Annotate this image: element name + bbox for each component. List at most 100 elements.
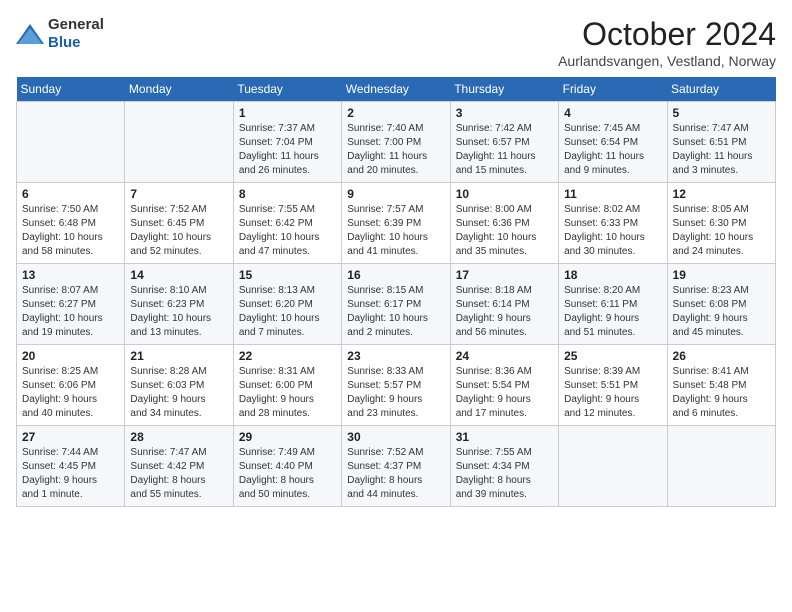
day-of-week-header: Tuesday — [233, 77, 341, 102]
day-of-week-header: Friday — [559, 77, 667, 102]
calendar-cell: 20 Sunrise: 8:25 AMSunset: 6:06 PMDayligh… — [17, 345, 125, 426]
day-detail: Sunrise: 7:40 AMSunset: 7:00 PMDaylight:… — [347, 122, 444, 178]
day-number: 10 — [456, 187, 553, 201]
day-detail: Sunrise: 8:05 AMSunset: 6:30 PMDaylight:… — [673, 203, 770, 259]
calendar-cell: 28Sunrise: 7:47 AMSunset: 4:42 PMDayligh… — [125, 426, 233, 507]
day-detail: Sunrise: 7:57 AMSunset: 6:39 PMDaylight:… — [347, 203, 444, 259]
calendar-cell: 14 Sunrise: 8:10 AMSunset: 6:23 PMDayligh… — [125, 264, 233, 345]
day-detail: Sunrise: 8:28 AMSunset: 6:03 PMDaylight:… — [130, 365, 227, 421]
calendar-week-row: 27 Sunrise: 7:44 AMSunset: 4:45 PMDayligh… — [17, 426, 776, 507]
calendar-cell: 23Sunrise: 8:33 AMSunset: 5:57 PMDayligh… — [342, 345, 450, 426]
day-number: 29 — [239, 430, 336, 444]
calendar-cell: 15Sunrise: 8:13 AMSunset: 6:20 PMDayligh… — [233, 264, 341, 345]
page-title: October 2024 — [558, 16, 776, 53]
day-of-week-header: Wednesday — [342, 77, 450, 102]
calendar-cell: 9 Sunrise: 7:57 AMSunset: 6:39 PMDaylight… — [342, 183, 450, 264]
day-number: 12 — [673, 187, 770, 201]
day-number: 17 — [456, 268, 553, 282]
calendar-cell: 13Sunrise: 8:07 AMSunset: 6:27 PMDayligh… — [17, 264, 125, 345]
day-detail: Sunrise: 7:52 AMSunset: 6:45 PMDaylight:… — [130, 203, 227, 259]
calendar-week-row: 1 Sunrise: 7:37 AMSunset: 7:04 PMDaylight… — [17, 102, 776, 183]
day-detail: Sunrise: 8:00 AMSunset: 6:36 PMDaylight:… — [456, 203, 553, 259]
day-detail: Sunrise: 8:39 AMSunset: 5:51 PMDaylight:… — [564, 365, 661, 421]
day-detail: Sunrise: 8:36 AMSunset: 5:54 PMDaylight:… — [456, 365, 553, 421]
logo-icon — [16, 24, 44, 44]
calendar-cell: 12 Sunrise: 8:05 AMSunset: 6:30 PMDayligh… — [667, 183, 775, 264]
day-number: 23 — [347, 349, 444, 363]
calendar-cell: 31Sunrise: 7:55 AMSunset: 4:34 PMDayligh… — [450, 426, 558, 507]
calendar-cell — [125, 102, 233, 183]
day-detail: Sunrise: 7:50 AMSunset: 6:48 PMDaylight:… — [22, 203, 119, 259]
day-number: 3 — [456, 106, 553, 120]
calendar-cell: 10 Sunrise: 8:00 AMSunset: 6:36 PMDayligh… — [450, 183, 558, 264]
day-number: 22 — [239, 349, 336, 363]
calendar-cell: 30 Sunrise: 7:52 AMSunset: 4:37 PMDayligh… — [342, 426, 450, 507]
day-detail: Sunrise: 8:07 AMSunset: 6:27 PMDaylight:… — [22, 284, 119, 340]
day-number: 25 — [564, 349, 661, 363]
calendar-week-row: 13Sunrise: 8:07 AMSunset: 6:27 PMDayligh… — [17, 264, 776, 345]
logo-general-text: General — [48, 16, 104, 33]
calendar-cell: 6 Sunrise: 7:50 AMSunset: 6:48 PMDaylight… — [17, 183, 125, 264]
day-detail: Sunrise: 7:37 AMSunset: 7:04 PMDaylight:… — [239, 122, 336, 178]
day-detail: Sunrise: 7:47 AMSunset: 6:51 PMDaylight:… — [673, 122, 770, 178]
day-number: 7 — [130, 187, 227, 201]
title-block: October 2024 Aurlandsvangen, Vestland, N… — [558, 16, 776, 69]
page-subtitle: Aurlandsvangen, Vestland, Norway — [558, 53, 776, 69]
day-number: 16 — [347, 268, 444, 282]
calendar-cell: 8Sunrise: 7:55 AMSunset: 6:42 PMDaylight… — [233, 183, 341, 264]
day-detail: Sunrise: 7:42 AMSunset: 6:57 PMDaylight:… — [456, 122, 553, 178]
calendar-cell: 5Sunrise: 7:47 AMSunset: 6:51 PMDaylight… — [667, 102, 775, 183]
day-detail: Sunrise: 8:10 AMSunset: 6:23 PMDaylight:… — [130, 284, 227, 340]
day-number: 21 — [130, 349, 227, 363]
day-number: 27 — [22, 430, 119, 444]
day-number: 19 — [673, 268, 770, 282]
day-number: 30 — [347, 430, 444, 444]
calendar-cell: 7 Sunrise: 7:52 AMSunset: 6:45 PMDaylight… — [125, 183, 233, 264]
day-number: 24 — [456, 349, 553, 363]
day-detail: Sunrise: 8:23 AMSunset: 6:08 PMDaylight:… — [673, 284, 770, 340]
calendar-cell: 26Sunrise: 8:41 AMSunset: 5:48 PMDayligh… — [667, 345, 775, 426]
calendar-cell: 3 Sunrise: 7:42 AMSunset: 6:57 PMDaylight… — [450, 102, 558, 183]
day-of-week-header: Monday — [125, 77, 233, 102]
calendar-cell: 24 Sunrise: 8:36 AMSunset: 5:54 PMDayligh… — [450, 345, 558, 426]
day-number: 6 — [22, 187, 119, 201]
day-detail: Sunrise: 7:52 AMSunset: 4:37 PMDaylight:… — [347, 446, 444, 502]
calendar-cell: 29 Sunrise: 7:49 AMSunset: 4:40 PMDayligh… — [233, 426, 341, 507]
day-number: 8 — [239, 187, 336, 201]
calendar-week-row: 6 Sunrise: 7:50 AMSunset: 6:48 PMDaylight… — [17, 183, 776, 264]
page-header: General Blue October 2024 Aurlandsvangen… — [16, 16, 776, 69]
day-of-week-header: Saturday — [667, 77, 775, 102]
calendar-cell — [667, 426, 775, 507]
day-detail: Sunrise: 8:13 AMSunset: 6:20 PMDaylight:… — [239, 284, 336, 340]
day-number: 18 — [564, 268, 661, 282]
day-number: 1 — [239, 106, 336, 120]
calendar-cell: 19 Sunrise: 8:23 AMSunset: 6:08 PMDayligh… — [667, 264, 775, 345]
calendar-cell: 4Sunrise: 7:45 AMSunset: 6:54 PMDaylight… — [559, 102, 667, 183]
calendar-cell: 27 Sunrise: 7:44 AMSunset: 4:45 PMDayligh… — [17, 426, 125, 507]
day-detail: Sunrise: 8:25 AMSunset: 6:06 PMDaylight:… — [22, 365, 119, 421]
logo: General Blue — [16, 16, 104, 52]
day-number: 9 — [347, 187, 444, 201]
calendar-cell: 25 Sunrise: 8:39 AMSunset: 5:51 PMDayligh… — [559, 345, 667, 426]
logo-blue-text: Blue — [48, 34, 81, 51]
day-detail: Sunrise: 7:49 AMSunset: 4:40 PMDaylight:… — [239, 446, 336, 502]
day-detail: Sunrise: 7:47 AMSunset: 4:42 PMDaylight:… — [130, 446, 227, 502]
calendar-cell — [559, 426, 667, 507]
day-number: 20 — [22, 349, 119, 363]
day-number: 26 — [673, 349, 770, 363]
day-number: 11 — [564, 187, 661, 201]
day-detail: Sunrise: 8:20 AMSunset: 6:11 PMDaylight:… — [564, 284, 661, 340]
day-of-week-header: Sunday — [17, 77, 125, 102]
day-of-week-header: Thursday — [450, 77, 558, 102]
day-detail: Sunrise: 7:45 AMSunset: 6:54 PMDaylight:… — [564, 122, 661, 178]
calendar-cell: 16Sunrise: 8:15 AMSunset: 6:17 PMDayligh… — [342, 264, 450, 345]
day-number: 14 — [130, 268, 227, 282]
calendar-cell: 2Sunrise: 7:40 AMSunset: 7:00 PMDaylight… — [342, 102, 450, 183]
calendar-cell: 18 Sunrise: 8:20 AMSunset: 6:11 PMDayligh… — [559, 264, 667, 345]
day-detail: Sunrise: 7:44 AMSunset: 4:45 PMDaylight:… — [22, 446, 119, 502]
day-detail: Sunrise: 8:31 AMSunset: 6:00 PMDaylight:… — [239, 365, 336, 421]
calendar-cell: 11Sunrise: 8:02 AMSunset: 6:33 PMDayligh… — [559, 183, 667, 264]
calendar-cell — [17, 102, 125, 183]
calendar-header-row: SundayMondayTuesdayWednesdayThursdayFrid… — [17, 77, 776, 102]
calendar-table: SundayMondayTuesdayWednesdayThursdayFrid… — [16, 77, 776, 507]
